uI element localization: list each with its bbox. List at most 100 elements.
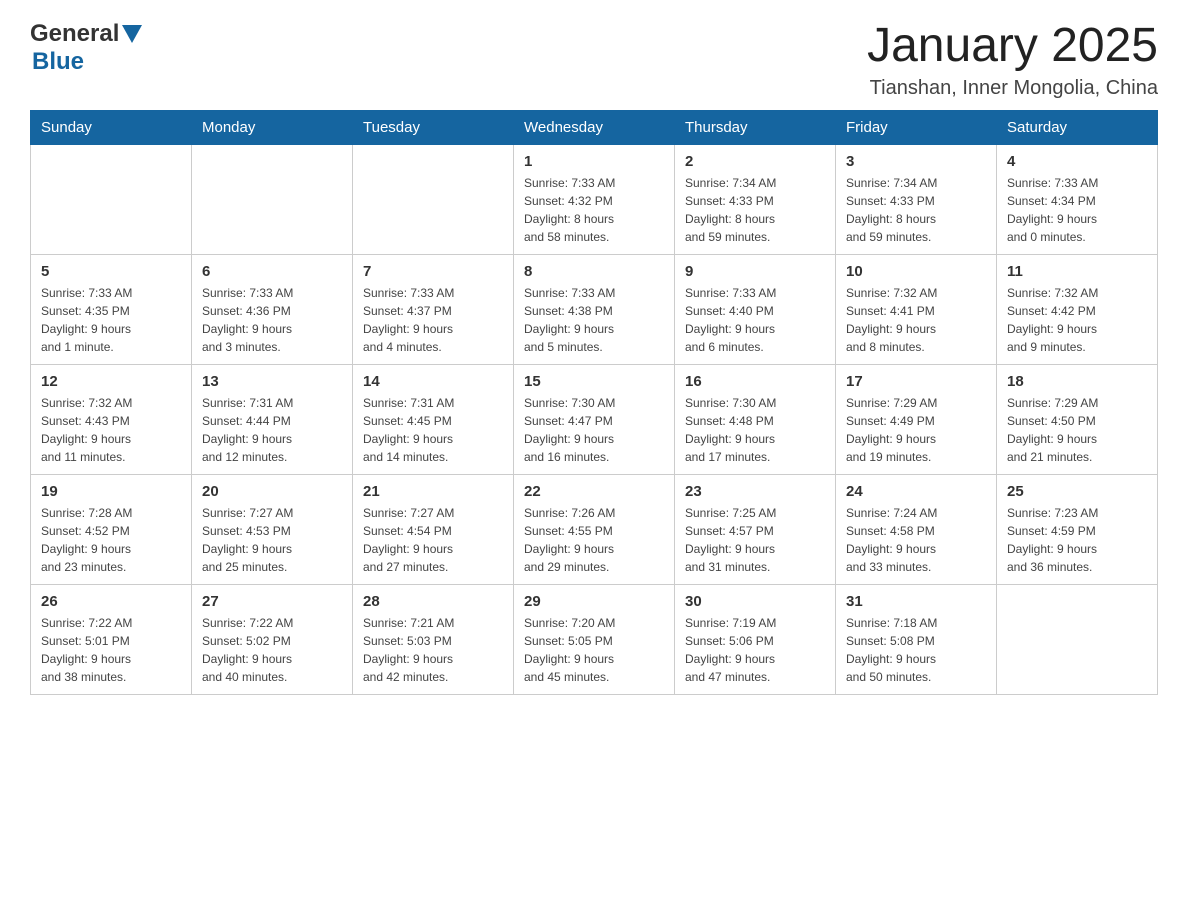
- title-section: January 2025 Tianshan, Inner Mongolia, C…: [867, 20, 1158, 100]
- calendar-day-cell: 17 Sunrise: 7:29 AMSunset: 4:49 PMDayligh…: [836, 364, 997, 474]
- calendar-day-cell: 10Sunrise: 7:32 AMSunset: 4:41 PMDayligh…: [836, 254, 997, 364]
- calendar-day-cell: 22 Sunrise: 7:26 AMSunset: 4:55 PMDayligh…: [514, 474, 675, 584]
- calendar-day-cell: 29Sunrise: 7:20 AMSunset: 5:05 PMDayligh…: [514, 584, 675, 694]
- day-number: 31: [846, 593, 986, 610]
- day-number: 13: [202, 373, 342, 390]
- calendar-day-cell: 23 Sunrise: 7:25 AMSunset: 4:57 PMDayligh…: [675, 474, 836, 584]
- calendar-week-row: 12 Sunrise: 7:32 AMSunset: 4:43 PMDayligh…: [31, 364, 1158, 474]
- calendar-day-cell: 19 Sunrise: 7:28 AMSunset: 4:52 PMDayligh…: [31, 474, 192, 584]
- day-number: 16: [685, 373, 825, 390]
- calendar-day-cell: 8Sunrise: 7:33 AMSunset: 4:38 PMDaylight…: [514, 254, 675, 364]
- calendar-header-row: SundayMondayTuesdayWednesdayThursdayFrid…: [31, 110, 1158, 144]
- day-info: Sunrise: 7:33 AMSunset: 4:34 PMDaylight:…: [1007, 174, 1147, 246]
- day-info: Sunrise: 7:25 AMSunset: 4:57 PMDaylight:…: [685, 504, 825, 576]
- day-info: Sunrise: 7:27 AMSunset: 4:53 PMDaylight:…: [202, 504, 342, 576]
- logo-triangle-icon: [122, 25, 142, 45]
- calendar-day-cell: 16 Sunrise: 7:30 AMSunset: 4:48 PMDayligh…: [675, 364, 836, 474]
- day-number: 26: [41, 593, 181, 610]
- calendar-day-cell: 12 Sunrise: 7:32 AMSunset: 4:43 PMDayligh…: [31, 364, 192, 474]
- day-number: 23: [685, 483, 825, 500]
- calendar-day-cell: 11 Sunrise: 7:32 AMSunset: 4:42 PMDayligh…: [997, 254, 1158, 364]
- day-info: Sunrise: 7:33 AMSunset: 4:35 PMDaylight:…: [41, 284, 181, 356]
- day-number: 10: [846, 263, 986, 280]
- day-number: 18: [1007, 373, 1147, 390]
- day-number: 11: [1007, 263, 1147, 280]
- day-number: 5: [41, 263, 181, 280]
- calendar-day-cell: 26 Sunrise: 7:22 AMSunset: 5:01 PMDayligh…: [31, 584, 192, 694]
- day-info: Sunrise: 7:30 AMSunset: 4:48 PMDaylight:…: [685, 394, 825, 466]
- day-number: 19: [41, 483, 181, 500]
- day-number: 6: [202, 263, 342, 280]
- calendar-day-header: Thursday: [675, 110, 836, 144]
- day-info: Sunrise: 7:30 AMSunset: 4:47 PMDaylight:…: [524, 394, 664, 466]
- day-number: 12: [41, 373, 181, 390]
- day-number: 17: [846, 373, 986, 390]
- day-number: 15: [524, 373, 664, 390]
- calendar-day-cell: 13 Sunrise: 7:31 AMSunset: 4:44 PMDayligh…: [192, 364, 353, 474]
- calendar-day-cell: 14 Sunrise: 7:31 AMSunset: 4:45 PMDayligh…: [353, 364, 514, 474]
- calendar-day-cell: 9Sunrise: 7:33 AMSunset: 4:40 PMDaylight…: [675, 254, 836, 364]
- day-info: Sunrise: 7:26 AMSunset: 4:55 PMDaylight:…: [524, 504, 664, 576]
- calendar-day-header: Monday: [192, 110, 353, 144]
- day-number: 22: [524, 483, 664, 500]
- day-info: Sunrise: 7:31 AMSunset: 4:44 PMDaylight:…: [202, 394, 342, 466]
- day-info: Sunrise: 7:33 AMSunset: 4:37 PMDaylight:…: [363, 284, 503, 356]
- calendar-day-cell: 20Sunrise: 7:27 AMSunset: 4:53 PMDayligh…: [192, 474, 353, 584]
- calendar-day-cell: 30 Sunrise: 7:19 AMSunset: 5:06 PMDayligh…: [675, 584, 836, 694]
- day-number: 9: [685, 263, 825, 280]
- calendar-week-row: 26 Sunrise: 7:22 AMSunset: 5:01 PMDayligh…: [31, 584, 1158, 694]
- day-info: Sunrise: 7:19 AMSunset: 5:06 PMDaylight:…: [685, 614, 825, 686]
- day-number: 30: [685, 593, 825, 610]
- day-number: 21: [363, 483, 503, 500]
- calendar-day-cell: 21 Sunrise: 7:27 AMSunset: 4:54 PMDayligh…: [353, 474, 514, 584]
- calendar-day-cell: 3Sunrise: 7:34 AMSunset: 4:33 PMDaylight…: [836, 144, 997, 254]
- day-info: Sunrise: 7:23 AMSunset: 4:59 PMDaylight:…: [1007, 504, 1147, 576]
- day-number: 25: [1007, 483, 1147, 500]
- day-number: 29: [524, 593, 664, 610]
- calendar-day-cell: 1 Sunrise: 7:33 AMSunset: 4:32 PMDaylight…: [514, 144, 675, 254]
- calendar-day-header: Saturday: [997, 110, 1158, 144]
- day-number: 1: [524, 153, 664, 170]
- logo-general-text: General: [30, 20, 119, 48]
- page-subtitle: Tianshan, Inner Mongolia, China: [867, 77, 1158, 100]
- day-number: 8: [524, 263, 664, 280]
- calendar-day-header: Friday: [836, 110, 997, 144]
- day-info: Sunrise: 7:27 AMSunset: 4:54 PMDaylight:…: [363, 504, 503, 576]
- calendar-day-cell: 6Sunrise: 7:33 AMSunset: 4:36 PMDaylight…: [192, 254, 353, 364]
- calendar-week-row: 19 Sunrise: 7:28 AMSunset: 4:52 PMDayligh…: [31, 474, 1158, 584]
- day-number: 24: [846, 483, 986, 500]
- page-title: January 2025: [867, 20, 1158, 73]
- calendar-day-cell: 2 Sunrise: 7:34 AMSunset: 4:33 PMDaylight…: [675, 144, 836, 254]
- day-info: Sunrise: 7:34 AMSunset: 4:33 PMDaylight:…: [685, 174, 825, 246]
- calendar-day-cell: 4 Sunrise: 7:33 AMSunset: 4:34 PMDaylight…: [997, 144, 1158, 254]
- calendar-day-header: Sunday: [31, 110, 192, 144]
- calendar-day-cell: 5 Sunrise: 7:33 AMSunset: 4:35 PMDaylight…: [31, 254, 192, 364]
- calendar-day-cell: [31, 144, 192, 254]
- day-info: Sunrise: 7:22 AMSunset: 5:01 PMDaylight:…: [41, 614, 181, 686]
- day-info: Sunrise: 7:24 AMSunset: 4:58 PMDaylight:…: [846, 504, 986, 576]
- calendar-day-cell: 31 Sunrise: 7:18 AMSunset: 5:08 PMDayligh…: [836, 584, 997, 694]
- calendar-day-header: Wednesday: [514, 110, 675, 144]
- day-number: 27: [202, 593, 342, 610]
- day-info: Sunrise: 7:29 AMSunset: 4:49 PMDaylight:…: [846, 394, 986, 466]
- logo: General Blue: [30, 20, 142, 76]
- day-info: Sunrise: 7:32 AMSunset: 4:42 PMDaylight:…: [1007, 284, 1147, 356]
- calendar-day-cell: 27 Sunrise: 7:22 AMSunset: 5:02 PMDayligh…: [192, 584, 353, 694]
- calendar-day-cell: 25 Sunrise: 7:23 AMSunset: 4:59 PMDayligh…: [997, 474, 1158, 584]
- calendar-week-row: 1 Sunrise: 7:33 AMSunset: 4:32 PMDaylight…: [31, 144, 1158, 254]
- calendar-day-cell: 18Sunrise: 7:29 AMSunset: 4:50 PMDayligh…: [997, 364, 1158, 474]
- day-info: Sunrise: 7:32 AMSunset: 4:43 PMDaylight:…: [41, 394, 181, 466]
- day-info: Sunrise: 7:18 AMSunset: 5:08 PMDaylight:…: [846, 614, 986, 686]
- day-info: Sunrise: 7:31 AMSunset: 4:45 PMDaylight:…: [363, 394, 503, 466]
- day-number: 4: [1007, 153, 1147, 170]
- calendar-table: SundayMondayTuesdayWednesdayThursdayFrid…: [30, 110, 1158, 695]
- calendar-day-cell: [192, 144, 353, 254]
- day-number: 14: [363, 373, 503, 390]
- calendar-day-cell: [353, 144, 514, 254]
- day-info: Sunrise: 7:28 AMSunset: 4:52 PMDaylight:…: [41, 504, 181, 576]
- day-number: 2: [685, 153, 825, 170]
- logo-blue-text: Blue: [32, 48, 84, 75]
- day-number: 3: [846, 153, 986, 170]
- day-info: Sunrise: 7:33 AMSunset: 4:32 PMDaylight:…: [524, 174, 664, 246]
- day-info: Sunrise: 7:22 AMSunset: 5:02 PMDaylight:…: [202, 614, 342, 686]
